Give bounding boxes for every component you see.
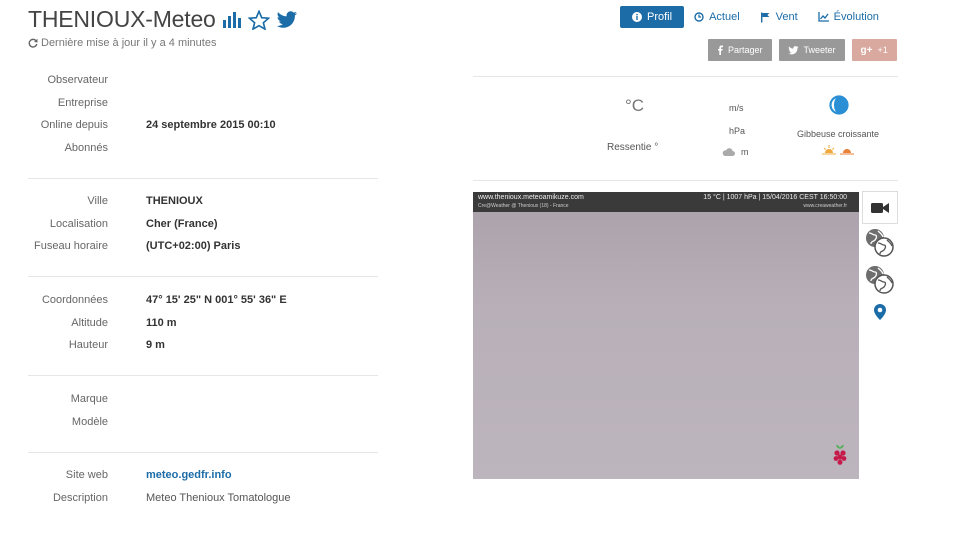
- globe-button-2[interactable]: [862, 262, 898, 298]
- rain-unit: m: [741, 147, 749, 157]
- site-link[interactable]: meteo.gedfr.info: [146, 469, 232, 481]
- temperature-unit: °C: [625, 96, 645, 115]
- tab-vent[interactable]: Vent: [750, 6, 808, 28]
- pressure-unit: hPa: [729, 126, 746, 136]
- video-camera-icon: [871, 202, 889, 213]
- station-title-group: THENIOUX-Meteo: [28, 6, 298, 33]
- globe-icon: [866, 266, 894, 294]
- tab-evolution[interactable]: Évolution: [808, 6, 889, 28]
- twitter-icon: [787, 45, 799, 54]
- map-marker-icon: [874, 304, 886, 320]
- row-modele: Modèle: [71, 415, 108, 428]
- row-hauteur: Hauteur 9 m: [68, 339, 165, 352]
- media-sidebar: [862, 191, 898, 325]
- sunset-icon: [840, 149, 854, 155]
- row-observateur: Observateur: [47, 74, 108, 87]
- website-section: Site web meteo.gedfr.info Description Mete…: [28, 464, 378, 509]
- row-localisation: Localisation Cher (France): [49, 217, 218, 230]
- info-icon: [632, 12, 642, 22]
- clock-icon: [694, 12, 704, 22]
- station-nav: Profil Actuel Vent Évolution: [620, 6, 889, 28]
- altitude-value: 110 m: [146, 316, 177, 329]
- divider: [28, 452, 378, 453]
- moon-phase: Gibbeuse croissante: [797, 129, 880, 139]
- bar-chart-icon[interactable]: [222, 11, 242, 29]
- webcam-readings: 15 °C | 1007 hPa | 15/04/2016 CEST 16:50…: [703, 194, 847, 201]
- twitter-icon[interactable]: [276, 10, 298, 29]
- row-ville: Ville THENIOUX: [87, 195, 203, 208]
- refresh-icon: [28, 38, 38, 48]
- facebook-share-button[interactable]: Partager: [708, 39, 772, 61]
- row-coordonnees: Coordonnées 47° 15' 25" N 001° 55' 36" E: [41, 294, 287, 307]
- ville-value: THENIOUX: [146, 195, 203, 208]
- localisation-value: Cher (France): [146, 217, 218, 230]
- tab-actuel[interactable]: Actuel: [684, 6, 750, 28]
- row-description: Description Meteo Thenioux Tomatologue: [52, 491, 291, 504]
- divider: [28, 276, 378, 277]
- twitter-share-button[interactable]: Tweeter: [778, 39, 845, 61]
- row-altitude: Altitude 110 m: [71, 316, 177, 329]
- flag-icon: [760, 12, 770, 22]
- globe-button-1[interactable]: [862, 225, 898, 261]
- raspberry-icon: [831, 444, 849, 471]
- row-entreprise: Entreprise: [57, 96, 108, 109]
- webcam-site: www.thenioux.meteoamikuze.com: [478, 194, 584, 201]
- map-button[interactable]: [862, 299, 898, 325]
- cloud-icon: [722, 148, 735, 156]
- row-online: Online depuis 24 septembre 2015 00:10: [40, 119, 276, 132]
- tab-profil[interactable]: Profil: [620, 6, 685, 28]
- row-abonnes: Abonnés: [64, 141, 108, 154]
- moon-icon: [829, 95, 849, 120]
- wind-unit: m/s: [729, 103, 744, 113]
- location-section: Ville THENIOUX Localisation Cher (France) …: [28, 190, 378, 258]
- description-value: Meteo Thenioux Tomatologue: [146, 491, 291, 504]
- page-title: THENIOUX-Meteo: [28, 6, 216, 32]
- star-icon[interactable]: [247, 9, 270, 30]
- fuseau-value: (UTC+02:00) Paris: [146, 240, 241, 253]
- row-site: Site web meteo.gedfr.info: [65, 469, 232, 482]
- webcam-credit: Cre@Weather @ Thenioux (18) - France: [478, 203, 569, 209]
- webcam-brand: www.creaweather.fr: [803, 203, 847, 209]
- ressentie-label: Ressentie °: [607, 142, 659, 153]
- divider: [28, 375, 378, 376]
- divider: [28, 178, 378, 179]
- row-fuseau: Fuseau horaire (UTC+02:00) Paris: [34, 240, 241, 253]
- hauteur-value: 9 m: [146, 339, 165, 352]
- gplus-icon: g+: [860, 44, 873, 56]
- webcam-button[interactable]: [862, 191, 898, 224]
- webcam-image[interactable]: www.thenioux.meteoamikuze.com Cre@Weathe…: [473, 192, 859, 479]
- divider: [473, 76, 898, 77]
- line-chart-icon: [818, 12, 829, 22]
- equipment-section: Marque Modèle: [28, 388, 378, 433]
- sun-times: [822, 145, 854, 155]
- facebook-icon: [718, 45, 723, 55]
- owner-section: Observateur Entreprise Online depuis 24 s…: [28, 69, 378, 159]
- row-marque: Marque: [70, 393, 108, 406]
- rain-reading: m: [722, 147, 749, 157]
- divider: [473, 180, 898, 181]
- gplus-share-button[interactable]: g+ +1: [851, 39, 897, 61]
- coord-value: 47° 15' 25" N 001° 55' 36" E: [146, 294, 287, 307]
- last-update-text: Dernière mise à jour il y a 4 minutes: [41, 37, 217, 49]
- online-value: 24 septembre 2015 00:10: [146, 119, 276, 132]
- last-update: Dernière mise à jour il y a 4 minutes: [28, 37, 216, 49]
- webcam-overlay-bar: www.thenioux.meteoamikuze.com Cre@Weathe…: [473, 192, 859, 212]
- globe-icon: [866, 229, 894, 257]
- coordinates-section: Coordonnées 47° 15' 25" N 001° 55' 36" E …: [28, 289, 378, 357]
- share-bar: Partager Tweeter g+ +1: [708, 39, 904, 61]
- sunrise-icon: [822, 145, 836, 155]
